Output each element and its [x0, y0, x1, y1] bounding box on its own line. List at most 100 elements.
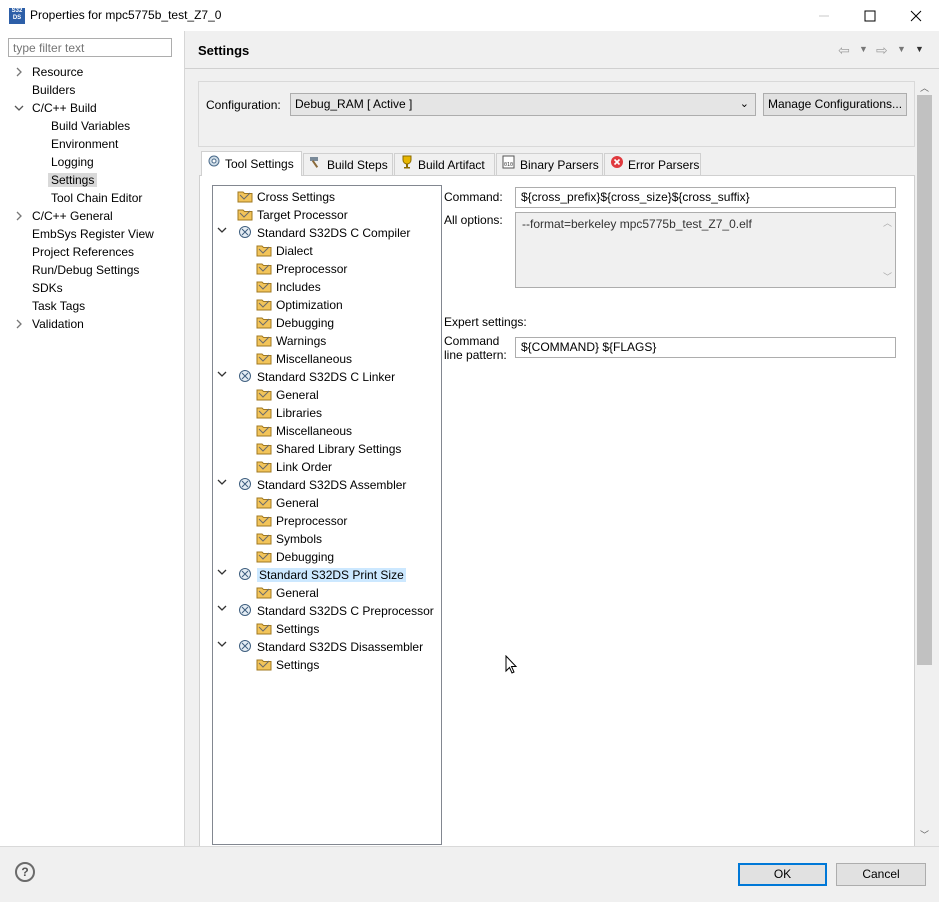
tree-item[interactable]: Link Order [256, 458, 332, 476]
filter-input[interactable] [8, 38, 172, 57]
tree-item[interactable]: Includes [256, 278, 321, 296]
scroll-down-icon[interactable]: ﹀ [883, 270, 892, 283]
scroll-down-arrow-icon[interactable]: ﹀ [920, 828, 929, 841]
nav-item-project-references[interactable]: Project References [32, 243, 134, 261]
gear-icon [206, 152, 222, 176]
tool-icon [237, 567, 253, 581]
nav-item-embsys-register-view[interactable]: EmbSys Register View [32, 225, 154, 243]
maximize-button[interactable] [847, 0, 893, 31]
tree-item[interactable]: Miscellaneous [256, 350, 352, 368]
tab-error-parsers[interactable]: Error Parsers [604, 153, 701, 175]
nav-item-run-debug-settings[interactable]: Run/Debug Settings [32, 261, 139, 279]
tree-item[interactable]: General [256, 494, 319, 512]
tree-item-label: Settings [276, 622, 320, 636]
chevron-right-icon[interactable] [14, 67, 24, 77]
back-arrow-icon[interactable]: ⇦ [838, 42, 850, 59]
help-icon[interactable]: ? [15, 862, 35, 882]
tree-item[interactable]: Preprocessor [256, 512, 347, 530]
command-input[interactable]: ${cross_prefix}${cross_size}${cross_suff… [515, 187, 896, 208]
tree-item[interactable]: Standard S32DS Print Size [217, 566, 406, 584]
expand-chevron-icon[interactable] [217, 368, 229, 386]
nav-item-builders[interactable]: Builders [32, 81, 75, 99]
configuration-select[interactable]: Debug_RAM [ Active ] ⌄ [290, 93, 756, 116]
tab-binary-parsers[interactable]: 010 Binary Parsers [496, 153, 603, 175]
view-menu-icon[interactable]: ▼ [915, 44, 924, 54]
settings-folder-icon [256, 243, 272, 257]
tree-item[interactable]: Target Processor [237, 206, 348, 224]
chevron-down-icon: ⌄ [739, 98, 749, 110]
tree-item[interactable]: Symbols [256, 530, 322, 548]
chevron-right-icon[interactable] [14, 211, 24, 221]
tree-item[interactable]: Standard S32DS C Compiler [217, 224, 410, 242]
tree-item[interactable]: Dialect [256, 242, 313, 260]
settings-folder-icon [256, 513, 272, 527]
expand-chevron-icon[interactable] [217, 224, 229, 242]
all-options-textarea[interactable]: --format=berkeley mpc5775b_test_Z7_0.elf [515, 212, 896, 288]
settings-folder-icon [256, 297, 272, 311]
nav-item-task-tags[interactable]: Task Tags [32, 297, 85, 315]
tree-item-label: Includes [276, 280, 321, 294]
close-window-button[interactable] [893, 0, 939, 31]
tree-item[interactable]: Debugging [256, 548, 334, 566]
tree-item[interactable]: Settings [256, 620, 319, 638]
tree-item[interactable]: Standard S32DS C Linker [217, 368, 396, 386]
tool-icon [237, 477, 253, 491]
tab-build-steps[interactable]: Build Steps [303, 153, 393, 175]
command-line-pattern-input[interactable]: ${COMMAND} ${FLAGS} [515, 337, 896, 358]
tree-item-label: Debugging [276, 550, 335, 564]
nav-item-c-c-general[interactable]: C/C++ General [32, 207, 113, 225]
forward-dropdown-icon[interactable]: ▼ [897, 44, 906, 54]
tree-item[interactable]: Standard S32DS Disassembler [217, 638, 423, 656]
tree-item[interactable]: Preprocessor [256, 260, 347, 278]
forward-arrow-icon[interactable]: ⇨ [876, 42, 888, 59]
minimize-button[interactable] [801, 0, 847, 31]
expand-chevron-icon[interactable] [217, 476, 229, 494]
all-options-scrollbar[interactable]: ︿ ﹀ [879, 213, 895, 287]
tree-item[interactable]: Optimization [256, 296, 343, 314]
tree-item[interactable]: Cross Settings [237, 188, 335, 206]
chevron-down-icon[interactable] [14, 103, 24, 113]
chevron-right-icon[interactable] [14, 319, 24, 329]
nav-item-tool-chain-editor[interactable]: Tool Chain Editor [51, 189, 142, 207]
tab-build-artifact[interactable]: Build Artifact [394, 153, 495, 175]
settings-folder-icon [256, 441, 272, 455]
tool-icon [237, 603, 253, 617]
tree-item[interactable]: Miscellaneous [256, 422, 352, 440]
tree-item[interactable]: Standard S32DS C Preprocessor [217, 602, 434, 620]
tree-item[interactable]: Libraries [256, 404, 322, 422]
tree-item-label: Shared Library Settings [276, 442, 402, 456]
cancel-button[interactable]: Cancel [836, 863, 926, 886]
nav-item-build-variables[interactable]: Build Variables [51, 117, 130, 135]
tree-item[interactable]: Settings [256, 656, 319, 674]
tree-item[interactable]: Debugging [256, 314, 334, 332]
back-dropdown-icon[interactable]: ▼ [859, 44, 868, 54]
ok-button[interactable]: OK [738, 863, 827, 886]
scroll-up-icon[interactable]: ︿ [883, 216, 892, 229]
tree-item-label: Standard S32DS C Linker [257, 370, 396, 384]
tree-item-label: Symbols [276, 532, 323, 546]
settings-folder-icon [256, 261, 272, 275]
nav-item-c-c-build[interactable]: C/C++ Build [32, 99, 97, 117]
expert-settings-label: Expert settings: [444, 315, 527, 329]
nav-item-logging[interactable]: Logging [51, 153, 94, 171]
tree-item[interactable]: Standard S32DS Assembler [217, 476, 406, 494]
scroll-up-arrow-icon[interactable]: ︿ [920, 81, 929, 94]
tree-item[interactable]: Warnings [256, 332, 326, 350]
expand-chevron-icon[interactable] [217, 566, 229, 584]
expand-chevron-icon[interactable] [217, 602, 229, 620]
tree-item[interactable]: General [256, 584, 319, 602]
close-icon [910, 10, 922, 21]
scrollbar-thumb[interactable] [917, 95, 932, 665]
tab-tool-settings[interactable]: Tool Settings [201, 151, 302, 176]
nav-item-environment[interactable]: Environment [51, 135, 118, 153]
nav-item-validation[interactable]: Validation [32, 315, 84, 333]
nav-item-sdks[interactable]: SDKs [32, 279, 63, 297]
manage-configurations-button[interactable]: Manage Configurations... [763, 93, 907, 116]
hammer-icon [308, 154, 324, 176]
tree-item-label: Warnings [276, 334, 327, 348]
expand-chevron-icon[interactable] [217, 638, 229, 656]
tree-item[interactable]: General [256, 386, 319, 404]
nav-item-resource[interactable]: Resource [32, 63, 83, 81]
tree-item[interactable]: Shared Library Settings [256, 440, 401, 458]
nav-item-settings[interactable]: Settings [48, 171, 98, 189]
